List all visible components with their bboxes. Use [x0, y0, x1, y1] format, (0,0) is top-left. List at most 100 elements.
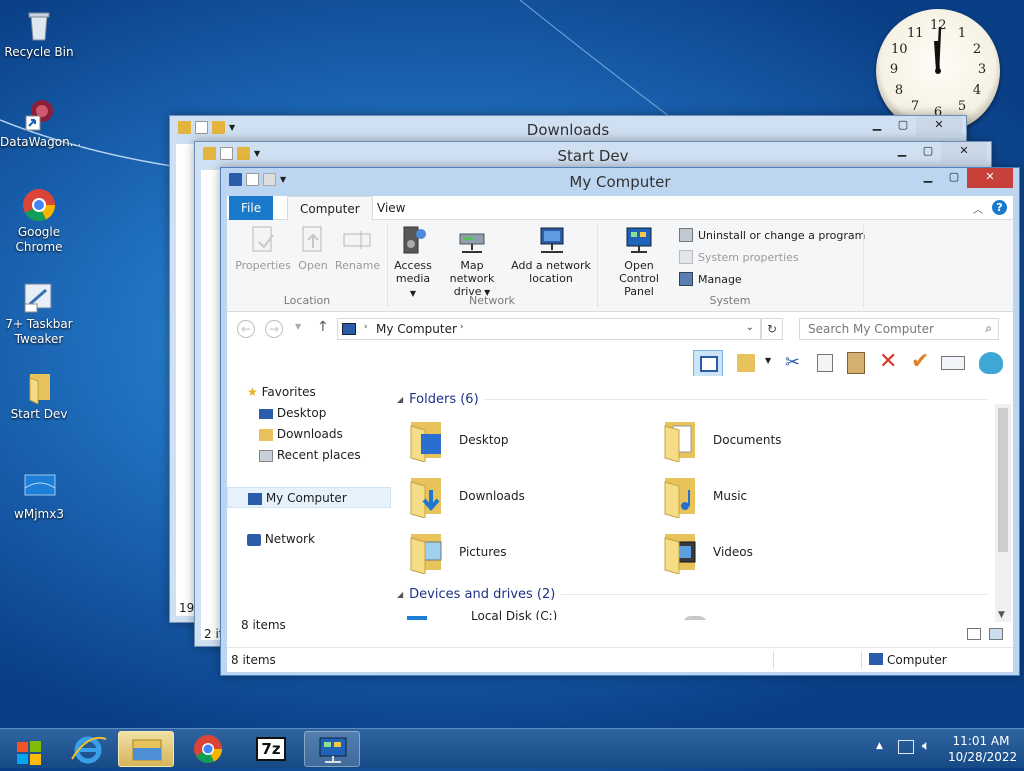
star-icon: ★ [247, 385, 258, 399]
properties-button[interactable]: Properties [235, 224, 291, 272]
nav-desktop[interactable]: Desktop [227, 403, 391, 424]
content-pane: ◢ Folders (6) Desktop Documents Downloads… [391, 376, 1013, 620]
group-network: Network [469, 294, 515, 307]
desktop-icon-start-dev[interactable]: Start Dev [0, 370, 78, 422]
refresh-button[interactable]: ↻ [761, 318, 783, 340]
maximize-button[interactable]: ▢ [915, 142, 941, 162]
show-hidden-icons-button[interactable]: ▲ [876, 741, 883, 751]
folder-downloads[interactable]: Downloads [407, 474, 525, 519]
copy-icon[interactable] [817, 354, 833, 372]
internet-explorer-icon [71, 736, 107, 764]
downloads-folder-icon [407, 474, 445, 519]
maximize-button[interactable]: ▢ [890, 116, 916, 136]
breadcrumb-chevron-icon[interactable]: › [460, 322, 464, 332]
desktop-icon-chrome[interactable]: Google Chrome [0, 188, 78, 255]
collapse-group-icon: ◢ [397, 395, 404, 404]
collapse-ribbon-icon[interactable]: ︿ [973, 201, 983, 216]
maximize-button[interactable]: ▢ [941, 168, 967, 188]
close-button[interactable]: ✕ [967, 168, 1013, 188]
folder-documents[interactable]: Documents [661, 418, 781, 463]
back-button[interactable]: ← [237, 320, 255, 338]
taskbar-file-explorer[interactable] [118, 731, 174, 767]
search-input[interactable]: Search My Computer ⌕ [799, 318, 999, 340]
scrollbar-thumb[interactable] [998, 408, 1008, 552]
sevenzip-icon: 7z [256, 737, 286, 761]
nav-downloads[interactable]: Downloads [227, 424, 391, 445]
address-history-icon[interactable]: ⌄ [746, 322, 754, 333]
minimize-button[interactable]: ▁ [915, 168, 941, 188]
search-icon: ⌕ [985, 321, 992, 335]
network-location-icon [535, 224, 567, 256]
taskbar-chrome[interactable] [180, 731, 236, 767]
system-properties-button[interactable]: System properties [679, 250, 799, 264]
desktop-icon-wmjmx3[interactable]: wMjmx3 [0, 470, 78, 522]
breadcrumb[interactable]: My Computer [376, 322, 457, 336]
scroll-down-icon[interactable]: ▼ [998, 610, 1005, 620]
minimize-button[interactable]: ▁ [864, 116, 890, 136]
preview-pane-button[interactable] [693, 350, 723, 378]
manage-button[interactable]: Manage [679, 272, 742, 286]
address-input[interactable]: › My Computer › ⌄ [337, 318, 761, 340]
recycle-bin-icon [22, 8, 56, 42]
taskbar-control-panel[interactable] [304, 731, 360, 767]
rename-button[interactable]: Rename [335, 224, 380, 272]
access-media-button[interactable]: Access media ▼ [393, 224, 433, 300]
desktop-icon-recycle-bin[interactable]: Recycle Bin [0, 8, 78, 60]
delete-icon[interactable]: ✕ [879, 349, 897, 374]
drive-local-disk-c[interactable]: Local Disk (C:) [407, 608, 557, 620]
my-computer-window[interactable]: ▼ My Computer ▁ ▢ ✕ File Computer View ︿… [220, 167, 1020, 676]
folder-desktop[interactable]: Desktop [407, 418, 509, 463]
breadcrumb-chevron-icon[interactable]: › [364, 322, 368, 332]
folder-music[interactable]: Music [661, 474, 747, 519]
start-button[interactable] [2, 731, 56, 767]
downloads-folder-icon [259, 428, 273, 441]
close-button[interactable]: ✕ [941, 142, 987, 162]
cut-icon[interactable]: ✂ [785, 352, 800, 373]
minimize-button[interactable]: ▁ [889, 142, 915, 162]
taskbar-internet-explorer[interactable] [60, 731, 116, 767]
large-icons-view-icon[interactable] [989, 628, 1003, 640]
recent-locations-icon[interactable]: ▼ [295, 322, 301, 331]
group-location: Location [283, 294, 331, 307]
folder-icon [22, 370, 56, 405]
control-panel-icon [623, 224, 655, 256]
taskbar-7zip[interactable]: 7z [242, 731, 298, 767]
chevron-down-icon[interactable]: ▼ [765, 356, 771, 365]
open-button[interactable]: Open [295, 224, 331, 272]
taskbar-clock[interactable]: 11:01 AM 10/28/2022 [948, 733, 1017, 765]
nav-my-computer[interactable]: My Computer [227, 487, 391, 508]
desktop-icon-datawagon[interactable]: DataWagon... [0, 98, 81, 150]
devices-group-header[interactable]: ◢ Devices and drives (2) [397, 587, 987, 602]
open-control-panel-button[interactable]: Open Control Panel [603, 224, 675, 298]
details-view-icon[interactable] [967, 628, 981, 640]
uninstall-program-button[interactable]: Uninstall or change a program [679, 228, 865, 242]
tab-file[interactable]: File [229, 196, 274, 220]
folders-group-header[interactable]: ◢ Folders (6) [397, 392, 987, 407]
up-button[interactable]: ↑ [317, 319, 329, 335]
network-tray-icon[interactable] [898, 740, 914, 754]
desktop-icon-taskbar-tweaker[interactable]: 7+ Taskbar Tweaker [0, 280, 78, 347]
help-icon[interactable]: ? [992, 200, 1007, 215]
folder-options-icon[interactable] [737, 354, 755, 372]
close-button[interactable]: ✕ [916, 116, 962, 136]
vertical-scrollbar[interactable]: ▼ [995, 404, 1011, 622]
add-network-location-button[interactable]: Add a network location [511, 224, 591, 285]
optical-drive-icon[interactable] [683, 616, 707, 620]
checkmark-icon[interactable]: ✔ [911, 349, 929, 374]
collapse-group-icon: ◢ [397, 590, 404, 599]
paste-icon[interactable] [847, 352, 865, 374]
nav-favorites[interactable]: ★ Favorites [227, 382, 391, 403]
tab-view[interactable]: View [365, 196, 417, 220]
volume-icon[interactable]: 🔈︎ [922, 738, 930, 754]
map-network-drive-button[interactable]: Map network drive ▼ [437, 224, 507, 299]
folder-videos[interactable]: Videos [661, 530, 753, 575]
file-explorer-icon [132, 739, 162, 761]
forward-button[interactable]: → [265, 320, 283, 338]
tab-computer[interactable]: Computer [287, 196, 373, 220]
folder-pictures[interactable]: Pictures [407, 530, 507, 575]
details-pane-icon[interactable] [941, 356, 965, 370]
nav-network[interactable]: Network [227, 529, 391, 550]
shell-icon[interactable] [979, 352, 1003, 374]
status-items: 8 items [231, 653, 276, 667]
nav-recent-places[interactable]: Recent places [227, 445, 391, 466]
